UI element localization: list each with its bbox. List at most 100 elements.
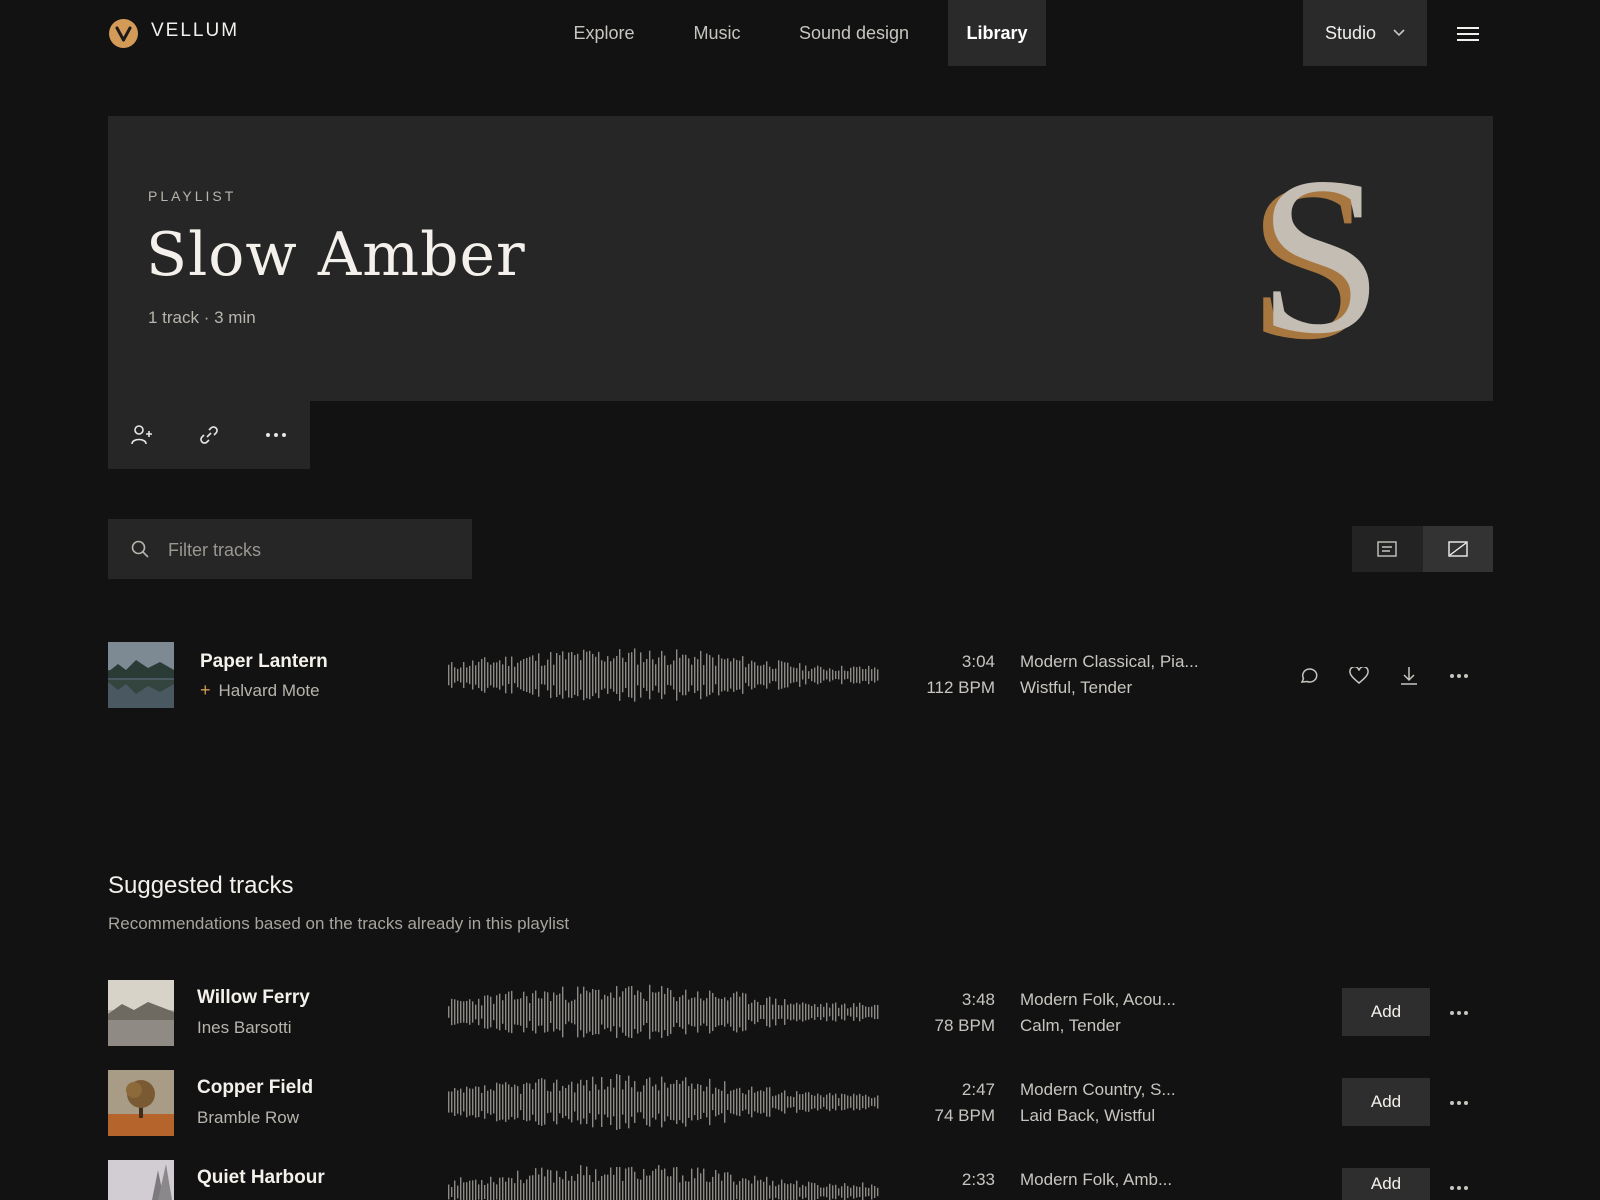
- track-artwork[interactable]: [108, 1070, 174, 1136]
- waveform-bar: [640, 992, 642, 1032]
- nav-sound-design[interactable]: Sound design: [784, 0, 924, 66]
- filter-tracks-input[interactable]: [166, 519, 460, 581]
- waveform-bar: [637, 1091, 639, 1113]
- track-more-button[interactable]: [1444, 1175, 1474, 1200]
- artwork-view-button[interactable]: [1423, 526, 1493, 572]
- waveform-bar: [682, 1080, 684, 1124]
- waveform-bar: [601, 660, 603, 690]
- waveform-bar: [493, 1182, 495, 1200]
- add-track-button[interactable]: Add: [1342, 1078, 1430, 1126]
- more-horizontal-icon: [1450, 1101, 1468, 1105]
- favorite-button[interactable]: [1344, 661, 1374, 691]
- waveform-bar: [871, 1006, 873, 1018]
- track-more-button[interactable]: [1444, 1088, 1474, 1118]
- waveform-bar: [679, 1083, 681, 1121]
- waveform-bar: [481, 1092, 483, 1112]
- waveform-bar: [526, 657, 528, 693]
- waveform-bar: [562, 1179, 564, 1200]
- nav-music[interactable]: Music: [674, 0, 760, 66]
- logo-icon[interactable]: [109, 19, 138, 48]
- track-more-button[interactable]: [1444, 998, 1474, 1028]
- waveform-bar: [679, 1182, 681, 1200]
- waveform-bar: [862, 1005, 864, 1019]
- waveform-bar: [502, 1084, 504, 1120]
- waveform-bar: [871, 669, 873, 681]
- add-track-button[interactable]: Add: [1342, 1168, 1430, 1200]
- waveform-bar: [484, 1085, 486, 1119]
- waveform-bar: [769, 666, 771, 684]
- waveform-bar: [727, 1172, 729, 1200]
- waveform-bar: [667, 665, 669, 685]
- studio-dropdown[interactable]: Studio: [1303, 0, 1427, 66]
- waveform-bar: [463, 1001, 465, 1023]
- waveform-bar: [724, 1081, 726, 1123]
- comment-button[interactable]: [1294, 661, 1324, 691]
- track-artwork[interactable]: [108, 980, 174, 1046]
- waveform[interactable]: [448, 1162, 880, 1200]
- waveform-bar: [448, 1184, 450, 1200]
- waveform-bar: [847, 1095, 849, 1109]
- waveform-bar: [742, 1178, 744, 1200]
- waveform-bar: [856, 1186, 858, 1198]
- waveform-bar: [757, 1180, 759, 1200]
- hamburger-menu-button[interactable]: [1452, 20, 1484, 48]
- waveform-bar: [748, 1180, 750, 1200]
- track-artwork[interactable]: [108, 1160, 174, 1200]
- waveform-bar: [799, 1187, 801, 1197]
- waveform[interactable]: [448, 1072, 880, 1132]
- nav-library[interactable]: Library: [948, 0, 1046, 66]
- waveform[interactable]: [448, 645, 880, 705]
- waveform-bar: [571, 652, 573, 698]
- waveform-bar: [613, 997, 615, 1027]
- waveform-bar: [577, 1083, 579, 1121]
- waveform-bar: [478, 1086, 480, 1118]
- nav-explore[interactable]: Explore: [556, 0, 652, 66]
- waveform-bar: [847, 671, 849, 679]
- track-title[interactable]: Copper Field: [197, 1077, 313, 1099]
- waveform-bar: [694, 1088, 696, 1116]
- waveform-bar: [487, 995, 489, 1029]
- track-more-button[interactable]: [1444, 661, 1474, 691]
- waveform-bar: [664, 993, 666, 1031]
- waveform-bar: [820, 1004, 822, 1020]
- waveform[interactable]: [448, 982, 880, 1042]
- track-artist[interactable]: Ines Barsotti: [197, 1018, 292, 1038]
- track-title[interactable]: Willow Ferry: [197, 987, 310, 1009]
- waveform-bar: [637, 1178, 639, 1200]
- waveform-bar: [856, 1006, 858, 1018]
- waveform-bar: [529, 1175, 531, 1200]
- waveform-bar: [538, 1174, 540, 1200]
- list-view-button[interactable]: [1352, 526, 1422, 572]
- waveform-bar: [850, 1187, 852, 1197]
- waveform-bar: [529, 1083, 531, 1121]
- waveform-bar: [667, 988, 669, 1036]
- copy-link-button[interactable]: [175, 401, 242, 469]
- waveform-bar: [814, 1183, 816, 1200]
- track-artist[interactable]: Bramble Row: [197, 1108, 299, 1128]
- track-title[interactable]: Paper Lantern: [200, 651, 328, 673]
- waveform-bar: [832, 1185, 834, 1199]
- waveform-bar: [589, 1175, 591, 1200]
- waveform-bar: [538, 998, 540, 1026]
- waveform-bar: [784, 999, 786, 1025]
- waveform-bar: [649, 1077, 651, 1127]
- add-collaborator-button[interactable]: [108, 401, 175, 469]
- waveform-bar: [643, 1085, 645, 1119]
- waveform-bar: [493, 1003, 495, 1021]
- waveform-bar: [784, 662, 786, 688]
- waveform-bar: [640, 652, 642, 698]
- waveform-bar: [625, 988, 627, 1036]
- waveform-bar: [817, 1093, 819, 1111]
- add-track-button[interactable]: Add: [1342, 988, 1430, 1036]
- waveform-bar: [790, 666, 792, 684]
- track-title[interactable]: Quiet Harbour: [197, 1167, 325, 1189]
- waveform-bar: [556, 1170, 558, 1200]
- waveform-bar: [826, 1186, 828, 1198]
- track-artwork[interactable]: [108, 642, 174, 708]
- download-button[interactable]: [1394, 661, 1424, 691]
- track-artist[interactable]: + Halvard Mote: [200, 680, 320, 701]
- waveform-bar: [760, 665, 762, 685]
- playlist-more-button[interactable]: [242, 401, 309, 469]
- waveform-bar: [838, 1007, 840, 1017]
- track-moods: Calm, Tender: [1020, 1016, 1121, 1035]
